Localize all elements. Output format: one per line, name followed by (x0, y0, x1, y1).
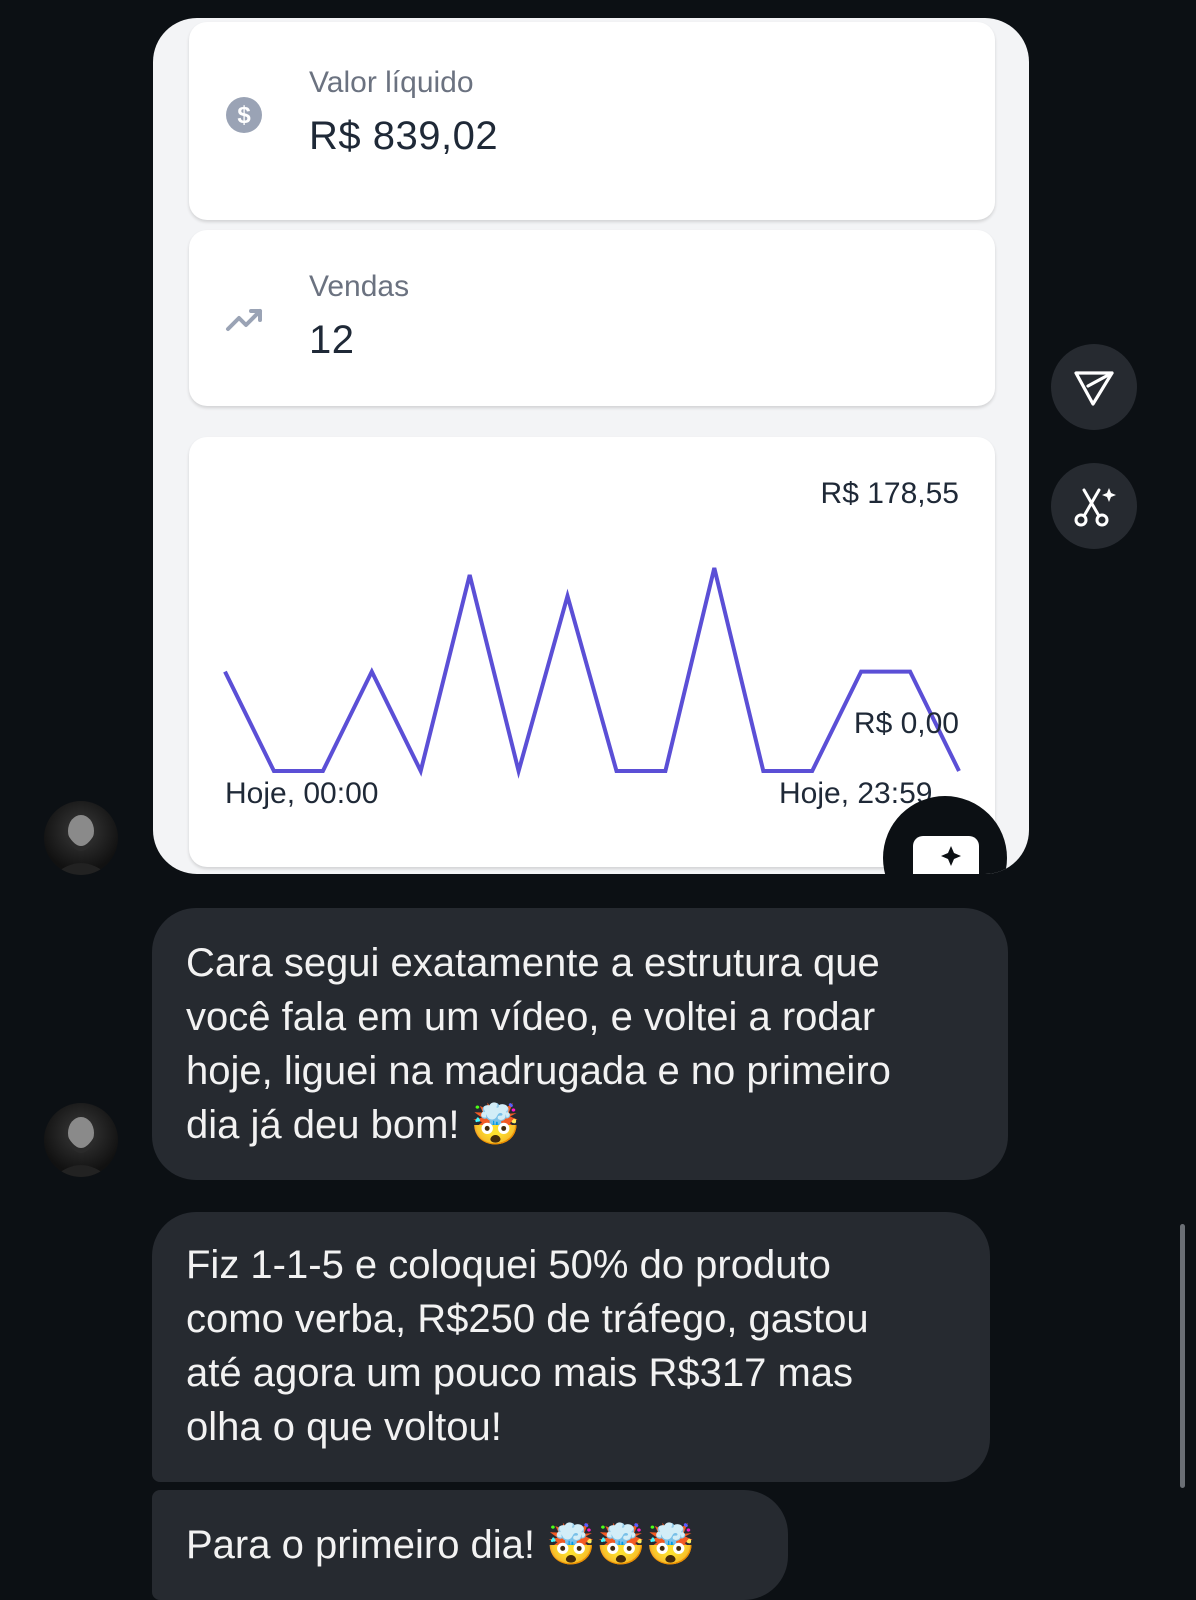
trending-up-icon (225, 304, 265, 339)
net-value-label: Valor líquido (309, 66, 474, 99)
send-icon (1074, 371, 1114, 406)
dollar-icon: $ (225, 96, 263, 139)
chat-sparkle-icon (913, 836, 979, 874)
message-text-line: Cara segui exatamente a estrutura que (186, 941, 880, 985)
ai-remix-icon (1074, 488, 1116, 527)
svg-text:$: $ (237, 102, 251, 129)
sales-card: Vendas 12 (189, 230, 995, 406)
ai-remix-button[interactable] (1051, 463, 1137, 549)
shared-post-card[interactable]: $ Valor líquido R$ 839,02 Vendas 12 R$ 1… (153, 18, 1029, 874)
message-text-line: como verba, R$250 de tráfego, gastou (186, 1297, 869, 1341)
avatar-photo (54, 815, 108, 875)
message-text-line: Fiz 1-1-5 e coloquei 50% do produto (186, 1243, 831, 1287)
net-value-amount: R$ 839,02 (309, 114, 499, 158)
chart-min-label: R$ 0,00 (853, 707, 959, 740)
sender-avatar[interactable] (44, 801, 118, 875)
net-value-card: $ Valor líquido R$ 839,02 (189, 22, 995, 220)
message-text-line: olha o que voltou! (186, 1405, 502, 1449)
sales-series-line (223, 567, 961, 779)
chart-start-label: Hoje, 00:00 (225, 777, 379, 810)
message-text-line: dia já deu bom! 🤯 (186, 1103, 521, 1147)
message-bubble[interactable]: Para o primeiro dia! 🤯🤯🤯 (152, 1490, 788, 1600)
chart-max-label: R$ 178,55 (820, 477, 959, 510)
message-bubble[interactable]: Fiz 1-1-5 e coloquei 50% do produto como… (152, 1212, 990, 1482)
sender-avatar[interactable] (44, 1103, 118, 1177)
message-text-line: Para o primeiro dia! 🤯🤯🤯 (186, 1523, 696, 1567)
sales-chart-card: R$ 178,55 R$ 0,00 Hoje, 00:00 Hoje, 23:5… (189, 437, 995, 867)
scrollbar[interactable] (1180, 1224, 1185, 1488)
sales-count: 12 (309, 318, 355, 362)
sales-label: Vendas (309, 270, 410, 303)
chat-bubble-button[interactable] (883, 796, 1007, 874)
message-text-line: você fala em um vídeo, e voltei a rodar (186, 995, 876, 1039)
message-text-line: até agora um pouco mais R$317 mas (186, 1351, 854, 1395)
avatar-photo (54, 1117, 108, 1177)
share-button[interactable] (1051, 344, 1137, 430)
message-text-line: hoje, liguei na madrugada e no primeiro (186, 1049, 891, 1093)
message-bubble[interactable]: Cara segui exatamente a estrutura que vo… (152, 908, 1008, 1180)
